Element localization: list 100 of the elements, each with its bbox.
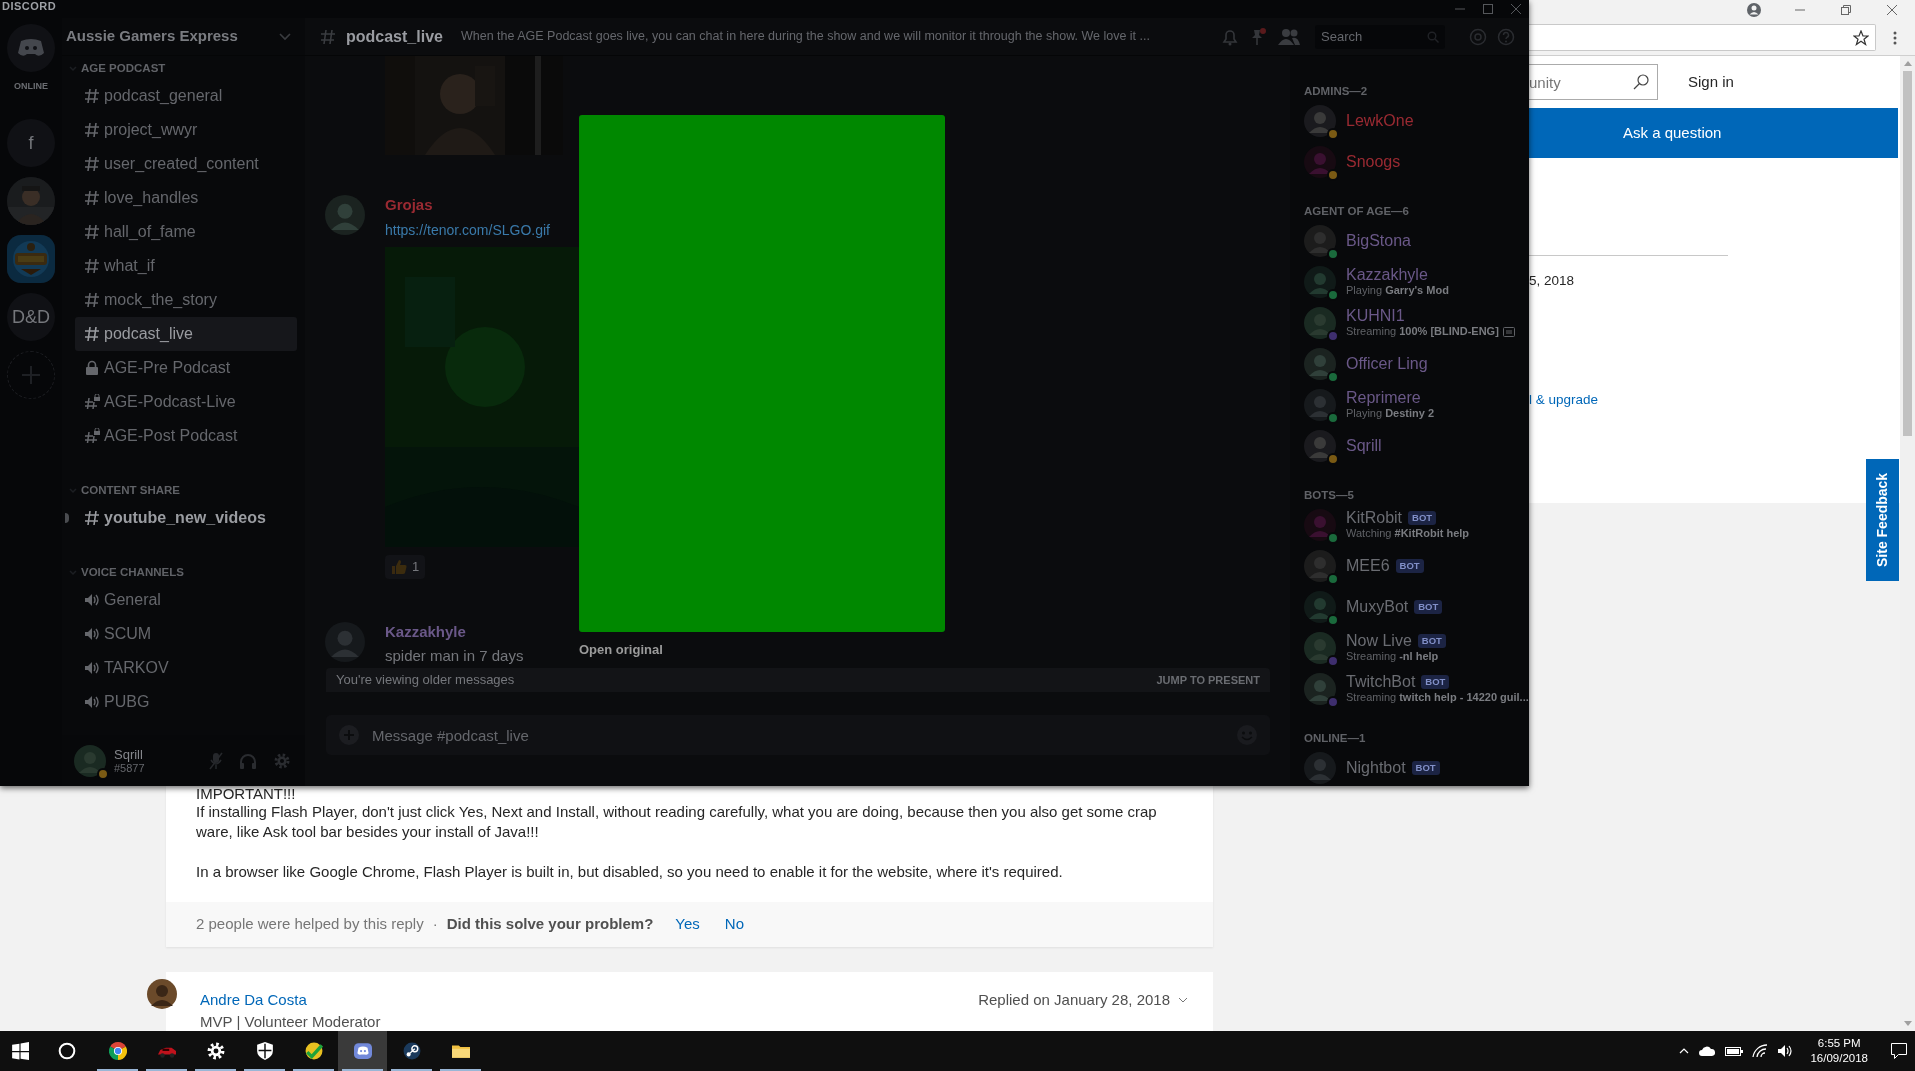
controller-icon <box>17 38 45 58</box>
member-name[interactable]: TwitchBot <box>1346 673 1416 691</box>
channel-item[interactable]: what_if <box>75 249 297 283</box>
server-name: Aussie Gamers Express <box>66 26 238 47</box>
server-button[interactable]: D&D <box>7 293 55 341</box>
mention-icon[interactable] <box>1469 27 1487 46</box>
channel-item[interactable]: TARKOV <box>75 651 297 685</box>
menu-icon[interactable] <box>1893 30 1897 45</box>
star-icon[interactable] <box>1853 29 1869 46</box>
volume-icon[interactable] <box>1777 1044 1794 1058</box>
search-field[interactable]: unity <box>1529 64 1658 100</box>
category-label[interactable]: AGE PODCAST <box>81 60 166 78</box>
member-name[interactable]: MuxyBot <box>1346 597 1409 616</box>
member-group-label: ONLINE—1 <box>1304 731 1367 746</box>
search-field[interactable]: Search <box>1315 24 1445 49</box>
channel-item[interactable]: PUBG <box>75 685 297 719</box>
microphone-icon[interactable] <box>209 751 223 770</box>
reply-date: Replied on January 28, 2018 <box>978 991 1170 1009</box>
author-name[interactable]: Grojas <box>385 195 579 215</box>
scrollbar-thumb[interactable] <box>1903 71 1912 436</box>
member-name[interactable]: Reprimere <box>1346 389 1421 407</box>
reply-paragraph: In a browser like Google Chrome, Flash Player is built in, but disabled, so you need to enable it for the website, where it's required. <box>196 862 1064 882</box>
reply-paragraph: If installing Flash Player, don't just click Yes, Next and Install, without reading carefully, what you are doing, because then you also get some crap ware, like Ask tool bar besides your install of Java!!! <box>196 802 1158 842</box>
member-name[interactable]: Now Live <box>1346 632 1412 650</box>
channel-item[interactable]: mock_the_story <box>75 283 297 317</box>
channel-item[interactable]: AGE-Post Podcast <box>75 419 297 453</box>
hash-icon <box>84 224 100 240</box>
author-name[interactable]: Kazzakhyle <box>385 622 524 642</box>
battery-icon[interactable] <box>1725 1045 1744 1057</box>
member-name[interactable]: LewkOne <box>1346 111 1414 130</box>
jump-to-present-link[interactable]: JUMP TO PRESENT <box>1156 671 1260 689</box>
channel-topic: When the AGE Podcast goes live, you can chat in here during the show and we will monitor it through the show. We love it ... <box>460 28 1151 46</box>
scroll-up-icon[interactable] <box>1903 61 1912 66</box>
close-icon[interactable] <box>1887 5 1897 15</box>
channel-item[interactable]: AGE-Pre Podcast <box>75 351 297 385</box>
avatar <box>1304 429 1336 462</box>
lock-icon <box>84 360 100 376</box>
member-name[interactable]: KitRobit <box>1346 509 1403 527</box>
server-button[interactable] <box>7 235 55 283</box>
maximize-icon[interactable] <box>1483 4 1493 14</box>
scroll-down-icon[interactable] <box>1903 1021 1912 1026</box>
speaker-icon <box>84 592 100 608</box>
channel-item[interactable]: General <box>75 583 297 617</box>
hash-icon <box>84 190 100 206</box>
chevron-up-icon[interactable] <box>1679 1048 1690 1054</box>
member-name[interactable]: KUHNI1 <box>1346 307 1405 325</box>
avatar <box>1304 104 1336 137</box>
message-link[interactable]: https://tenor.com/SLGO.gif <box>385 220 579 240</box>
answer-link[interactable]: No <box>724 913 745 936</box>
sign-in-link[interactable]: Sign in <box>1688 70 1734 94</box>
activity-status: Playing Garry's Mod <box>1346 284 1449 297</box>
members-icon[interactable] <box>1277 27 1301 46</box>
restore-icon[interactable] <box>1841 5 1851 15</box>
channel-item[interactable]: SCUM <box>75 617 297 651</box>
member-name[interactable]: MEE6 <box>1346 556 1390 575</box>
ask-question-button[interactable]: Ask a question <box>1529 108 1898 158</box>
clock-date: 16/09/2018 <box>1810 1051 1868 1066</box>
bell-icon[interactable] <box>1221 27 1239 46</box>
channel-item[interactable]: podcast_live <box>75 317 297 351</box>
member-name[interactable]: Snoogs <box>1346 152 1401 171</box>
channel-item[interactable]: user_created_content <box>75 147 297 181</box>
account-icon[interactable] <box>1747 3 1761 17</box>
reaction-button[interactable]: 1 <box>385 555 426 579</box>
channel-item[interactable]: AGE-Podcast-Live <box>75 385 297 419</box>
avatar <box>1304 145 1336 178</box>
home-button[interactable] <box>7 24 55 72</box>
member-name[interactable]: BigStona <box>1346 231 1411 250</box>
channel-item[interactable]: hall_of_fame <box>75 215 297 249</box>
help-icon[interactable] <box>1497 27 1515 46</box>
open-original-link[interactable]: Open original <box>579 640 663 660</box>
message-input[interactable]: Message #podcast_live <box>326 715 1270 755</box>
hash-icon <box>84 292 100 308</box>
site-feedback-button[interactable]: Site Feedback <box>1866 459 1899 581</box>
category-label[interactable]: VOICE CHANNELS <box>81 564 184 582</box>
chevron-icon[interactable] <box>279 32 291 41</box>
hash-icon <box>84 326 100 342</box>
avatar <box>74 744 106 777</box>
cloud-icon[interactable] <box>1698 1045 1717 1057</box>
channel-item[interactable]: project_wwyr <box>75 113 297 147</box>
avatar <box>325 622 365 662</box>
author-link[interactable]: Andre Da Costa <box>200 991 381 1009</box>
member-name[interactable]: Nightbot <box>1346 758 1406 777</box>
close-icon[interactable] <box>1511 4 1521 14</box>
member-name[interactable]: Sqrill <box>1346 436 1382 455</box>
member-name[interactable]: Officer Ling <box>1346 354 1428 373</box>
taskbar-button[interactable] <box>338 1031 387 1071</box>
channel-item[interactable]: youtube_new_videos <box>75 501 297 535</box>
settings-icon[interactable] <box>273 751 291 770</box>
wifi-icon[interactable] <box>1752 1044 1769 1058</box>
upgrade-link[interactable]: l & upgrade <box>1529 392 1599 408</box>
category-label[interactable]: CONTENT SHARE <box>81 482 181 500</box>
channel-item[interactable]: love_handles <box>75 181 297 215</box>
server-button[interactable] <box>7 177 55 225</box>
headphones-icon[interactable] <box>239 752 257 769</box>
notification-icon[interactable] <box>1891 1043 1907 1059</box>
channel-item[interactable]: podcast_general <box>75 79 297 113</box>
answer-link[interactable]: Yes <box>675 913 700 936</box>
server-button[interactable]: f <box>7 119 55 167</box>
chevron-icon[interactable] <box>1178 997 1188 1003</box>
member-name[interactable]: Kazzakhyle <box>1346 266 1428 284</box>
